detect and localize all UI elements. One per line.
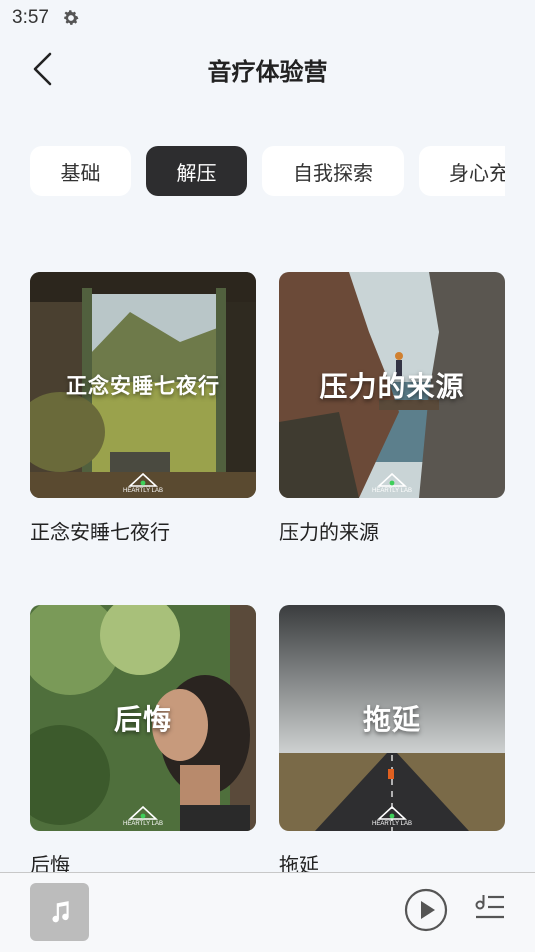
card-overlay-title: 压力的来源 [319,370,465,403]
card-thumbnail[interactable]: 拖延 HEARTLY LAB [279,605,505,831]
brand-logo-icon [377,806,407,820]
category-tabs: 基础 解压 自我探索 身心充 [0,144,505,200]
card-overlay-title: 正念安睡七夜行 [66,374,220,398]
playlist-icon[interactable] [472,893,506,927]
header: 音疗体验营 [0,36,535,102]
tab-body-mind[interactable]: 身心充 [419,146,505,196]
brand-watermark: HEARTLY LAB [30,806,256,827]
course-card[interactable]: 压力的来源 HEARTLY LAB 压力的来源 [279,272,505,545]
brand-watermark: HEARTLY LAB [30,473,256,494]
tab-stress-relief[interactable]: 解压 [146,146,247,196]
music-note-icon [51,901,69,923]
gear-icon [64,10,79,25]
status-bar: 3:57 [0,0,535,36]
card-overlay-title: 拖延 [362,703,421,736]
tab-self-exploration[interactable]: 自我探索 [262,146,404,196]
card-title[interactable]: 压力的来源 [279,516,505,545]
card-thumbnail[interactable]: 后悔 HEARTLY LAB [30,605,256,831]
card-thumbnail[interactable]: 压力的来源 HEARTLY LAB [279,272,505,498]
card-thumbnail[interactable]: 正念安睡七夜行 HEARTLY LAB [30,272,256,498]
card-title[interactable]: 正念安睡七夜行 [30,516,256,545]
tab-basic[interactable]: 基础 [30,146,131,196]
mini-player [0,872,535,952]
page-title: 音疗体验营 [207,58,328,86]
play-icon[interactable] [404,888,448,932]
status-time: 3:57 [12,7,49,28]
course-card[interactable]: 拖延 HEARTLY LAB 拖延 [279,605,505,878]
brand-watermark: HEARTLY LAB [279,473,505,494]
brand-watermark: HEARTLY LAB [279,806,505,827]
course-card[interactable]: 后悔 HEARTLY LAB 后悔 [30,605,256,878]
player-cover[interactable] [30,883,89,941]
card-overlay-title: 后悔 [113,703,172,736]
course-card[interactable]: 正念安睡七夜行 HEARTLY LAB 正念安睡七夜行 [30,272,256,545]
brand-logo-icon [128,806,158,820]
brand-logo-icon [128,473,158,487]
brand-logo-icon [377,473,407,487]
